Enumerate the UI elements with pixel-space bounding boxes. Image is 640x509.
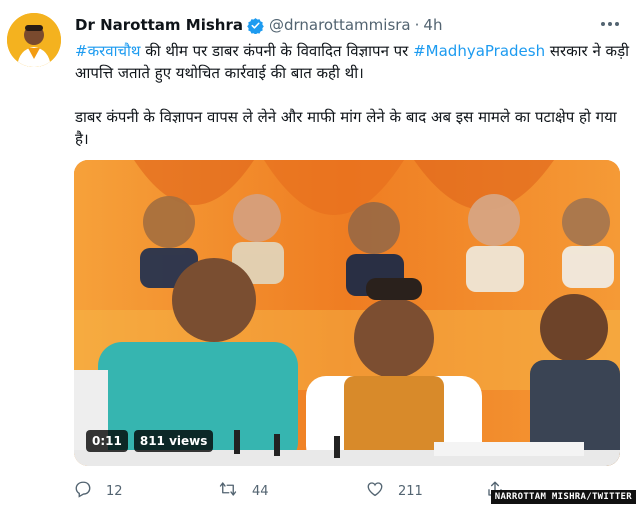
video-views: 811 views [133, 430, 214, 452]
tweet-text: #करवाचौथ की थीम पर डाबर कंपनी के विवादित… [75, 40, 630, 150]
like-icon [366, 480, 398, 502]
video-duration: 0:11 [86, 430, 128, 452]
tweet-actions: 12 44 211 [74, 478, 554, 504]
retweet-count: 44 [252, 483, 269, 499]
retweet-icon [218, 480, 252, 502]
hashtag-karwachauth[interactable]: #करवाचौथ [75, 42, 140, 60]
avatar[interactable] [7, 13, 61, 67]
like-button[interactable]: 211 [366, 480, 486, 502]
tweet-paragraph-2: डाबर कंपनी के विज्ञापन वापस ले लेने और म… [75, 108, 617, 148]
verified-badge-icon [247, 17, 264, 35]
reply-count: 12 [106, 483, 123, 499]
tweet-paragraph-1: #करवाचौथ की थीम पर डाबर कंपनी के विवादित… [75, 40, 630, 84]
tweet-timestamp[interactable]: 4h [423, 16, 442, 34]
reply-icon [74, 480, 106, 502]
hashtag-madhyapradesh[interactable]: #MadhyaPradesh [413, 42, 545, 60]
video-info: 0:11 811 views [86, 430, 214, 452]
video-thumbnail [74, 160, 620, 466]
tweet-video[interactable]: 0:11 811 views [74, 160, 620, 466]
author-name[interactable]: Dr Narottam Mishra [75, 16, 243, 34]
image-credit: NARROTTAM MISHRA/TWITTER [490, 490, 636, 504]
tweet-text-segment: की थीम पर डाबर कंपनी के विवादित विज्ञापन… [140, 42, 414, 60]
retweet-button[interactable]: 44 [218, 480, 366, 502]
author-handle[interactable]: @drnarottammisra [269, 16, 411, 34]
more-options-icon[interactable] [598, 12, 622, 36]
like-count: 211 [398, 483, 423, 499]
avatar-image [7, 13, 61, 67]
header-separator: · [414, 16, 420, 34]
tweet-header: Dr Narottam Mishra @drnarottammisra · 4h [75, 14, 442, 36]
reply-button[interactable]: 12 [74, 480, 218, 502]
